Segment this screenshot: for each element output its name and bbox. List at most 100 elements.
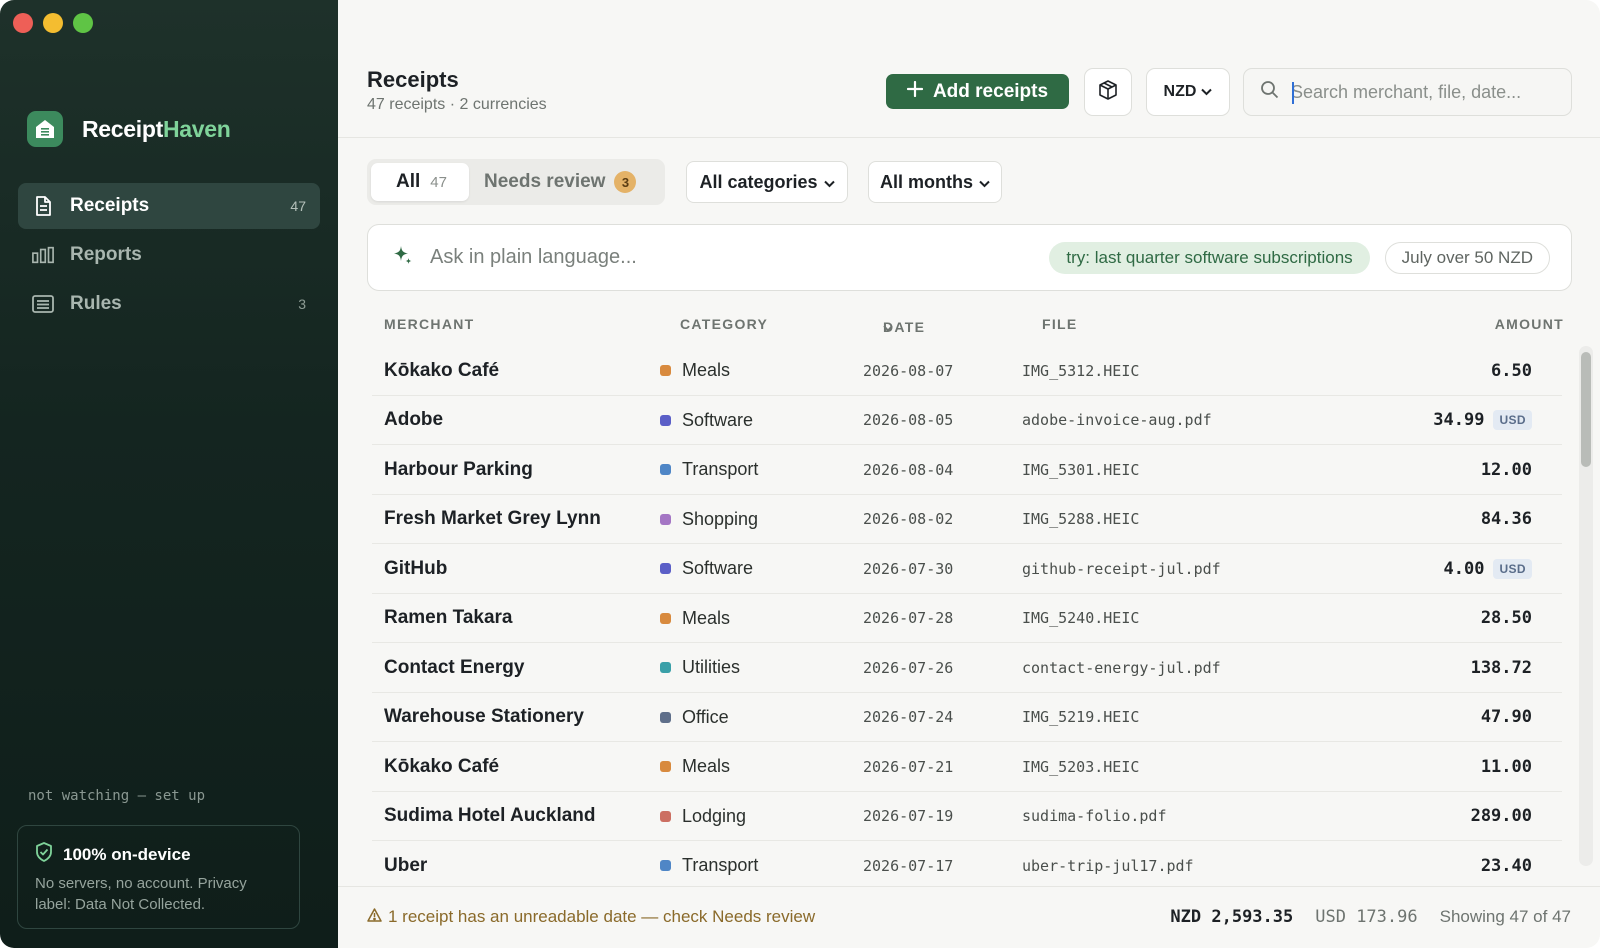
sort-chevron-down-icon [883,319,893,335]
month-filter-value: All months [880,171,973,192]
file-cell[interactable]: IMG_5219.HEIC [1022,693,1139,743]
sidebar-item-reports[interactable]: Reports [18,232,320,278]
privacy-description: No servers, no account. Privacy label: D… [35,875,247,913]
currency-select[interactable]: NZD [1146,68,1230,116]
file-cell[interactable]: IMG_5203.HEIC [1022,742,1139,792]
app-name-accent: Haven [162,115,231,142]
category-cell: Office [660,693,729,743]
date-cell: 2026-07-21 [863,757,954,776]
suggestion-chip[interactable]: try: last quarter software subscriptions [1049,241,1370,274]
amount-cell: 84.36 [1481,495,1532,545]
amount-value: 11.00 [1480,756,1532,777]
amount-cell: 28.50 [1481,594,1532,644]
file-cell[interactable]: IMG_5301.HEIC [1022,445,1139,495]
date-cell: 2026-07-19 [863,807,954,826]
add-receipts-button[interactable]: Add receipts [886,74,1069,109]
table-row[interactable]: Kōkako Café Meals 2026-07-21 IMG_5203.HEIC 1… [372,742,1562,792]
file-cell[interactable]: github-receipt-jul.pdf [1022,544,1221,594]
category-filter-dropdown[interactable]: All categories [686,161,848,203]
window-controls [13,13,93,33]
minimize-window-button[interactable] [43,13,63,33]
category-label: Software [682,409,754,430]
merchant-cell: Harbour Parking [384,458,533,480]
date-cell: 2026-08-04 [863,460,954,479]
column-header-amount[interactable]: AMOUNT [1495,316,1564,332]
file-cell[interactable]: IMG_5288.HEIC [1022,495,1139,545]
amount-cell: 12.00 [1481,445,1532,495]
column-header-merchant[interactable]: MERCHANT [384,316,475,332]
month-filter-dropdown[interactable]: All months [868,161,1002,203]
natural-language-query-bar[interactable]: Ask in plain language... try: last quart… [367,224,1572,291]
main-content: Receipts 47 receipts · 2 currencies Add … [338,0,1600,948]
suggestion-chip[interactable]: July over 50 NZD [1384,241,1550,274]
close-window-button[interactable] [13,13,33,33]
table-row[interactable]: Fresh Market Grey Lynn Shopping 2026-08-02… [372,495,1562,545]
merchant-cell: Kōkako Café [384,755,500,777]
category-label: Meals [682,607,731,628]
text-cursor [1292,82,1294,104]
package-icon [1097,79,1119,106]
merchant-cell: Uber [384,854,428,876]
zoom-window-button[interactable] [73,13,93,33]
file-cell[interactable]: contact-energy-jul.pdf [1022,643,1221,693]
amount-cell: 47.90 [1481,693,1532,743]
unreadable-date-warning[interactable]: 1 receipt has an unreadable date — check… [367,907,815,927]
file-cell[interactable]: IMG_5240.HEIC [1022,594,1139,644]
column-header-category[interactable]: CATEGORY [680,316,768,332]
table-row[interactable]: Uber Transport 2026-07-17 uber-trip-jul17.p… [372,841,1562,891]
table-scrollbar[interactable] [1579,346,1593,866]
table-row[interactable]: Warehouse Stationery Office 2026-07-24 IMG_… [372,693,1562,743]
file-cell[interactable]: adobe-invoice-aug.pdf [1022,396,1212,446]
table-row[interactable]: GitHub Software 2026-07-30 github-receipt-j… [372,544,1562,594]
amount-value: 12.00 [1480,459,1532,480]
category-color-dot [660,513,671,525]
amount-value: 289.00 [1470,806,1532,827]
amount-value: 34.99 [1433,410,1485,431]
search-input[interactable] [1291,81,1551,103]
amount-value: 6.50 [1491,360,1532,381]
sidebar-item-rules[interactable]: Rules 3 [18,281,320,327]
watch-status-link[interactable]: not watching — set up [28,788,205,804]
sparkle-icon [390,243,414,272]
package-button[interactable] [1084,68,1132,116]
filter-tabs: All 47 Needs review 3 [367,159,665,205]
table-row[interactable]: Sudima Hotel Auckland Lodging 2026-07-19 su… [372,792,1562,842]
search-box[interactable] [1243,68,1572,116]
sidebar-item-label: Rules [70,293,122,314]
tab-all[interactable]: All 47 [371,163,469,201]
category-color-dot [660,612,671,624]
column-header-file[interactable]: FILE [1042,316,1078,332]
table-row[interactable]: Harbour Parking Transport 2026-08-04 IMG_53… [372,445,1562,495]
category-cell: Meals [660,594,730,644]
table-row[interactable]: Ramen Takara Meals 2026-07-28 IMG_5240.HEIC… [372,594,1562,644]
total-usd: USD 173.96 [1315,907,1418,927]
warning-triangle-icon [367,907,382,927]
date-cell: 2026-08-02 [863,510,954,529]
scrollbar-thumb[interactable] [1581,352,1591,467]
showing-count: Showing 47 of 47 [1439,907,1571,926]
merchant-cell: Fresh Market Grey Lynn [384,508,601,530]
table-row[interactable]: Adobe Software 2026-08-05 adobe-invoice-aug… [372,396,1562,446]
review-count-badge: 3 [614,171,637,193]
file-cell[interactable]: uber-trip-jul17.pdf [1022,841,1194,891]
chevron-down-icon [979,172,990,193]
tab-needs-review[interactable]: Needs review 3 [469,163,651,201]
category-label: Transport [682,459,759,480]
merchant-cell: Ramen Takara [384,607,513,629]
amount-cell: 4.00 USD [1444,544,1532,594]
ask-input-placeholder[interactable]: Ask in plain language... [430,246,1049,269]
category-cell: Lodging [660,792,746,842]
privacy-title-text: 100% on-device [63,844,191,864]
table-row[interactable]: Kōkako Café Meals 2026-08-07 IMG_5312.HEIC 6… [372,346,1562,396]
amount-cell: 23.40 [1481,841,1532,891]
category-color-dot [660,810,671,822]
file-cell[interactable]: IMG_5312.HEIC [1022,346,1139,396]
privacy-title: 100% on-device [35,842,282,867]
status-bar: 1 receipt has an unreadable date — check… [338,886,1600,948]
table-row[interactable]: Contact Energy Utilities 2026-07-26 contact… [372,643,1562,693]
merchant-cell: Kōkako Café [384,359,500,381]
category-cell: Transport [660,445,758,495]
amount-value: 138.72 [1470,657,1532,678]
file-cell[interactable]: sudima-folio.pdf [1022,792,1167,842]
sidebar-item-receipts[interactable]: Receipts 47 [18,183,320,229]
